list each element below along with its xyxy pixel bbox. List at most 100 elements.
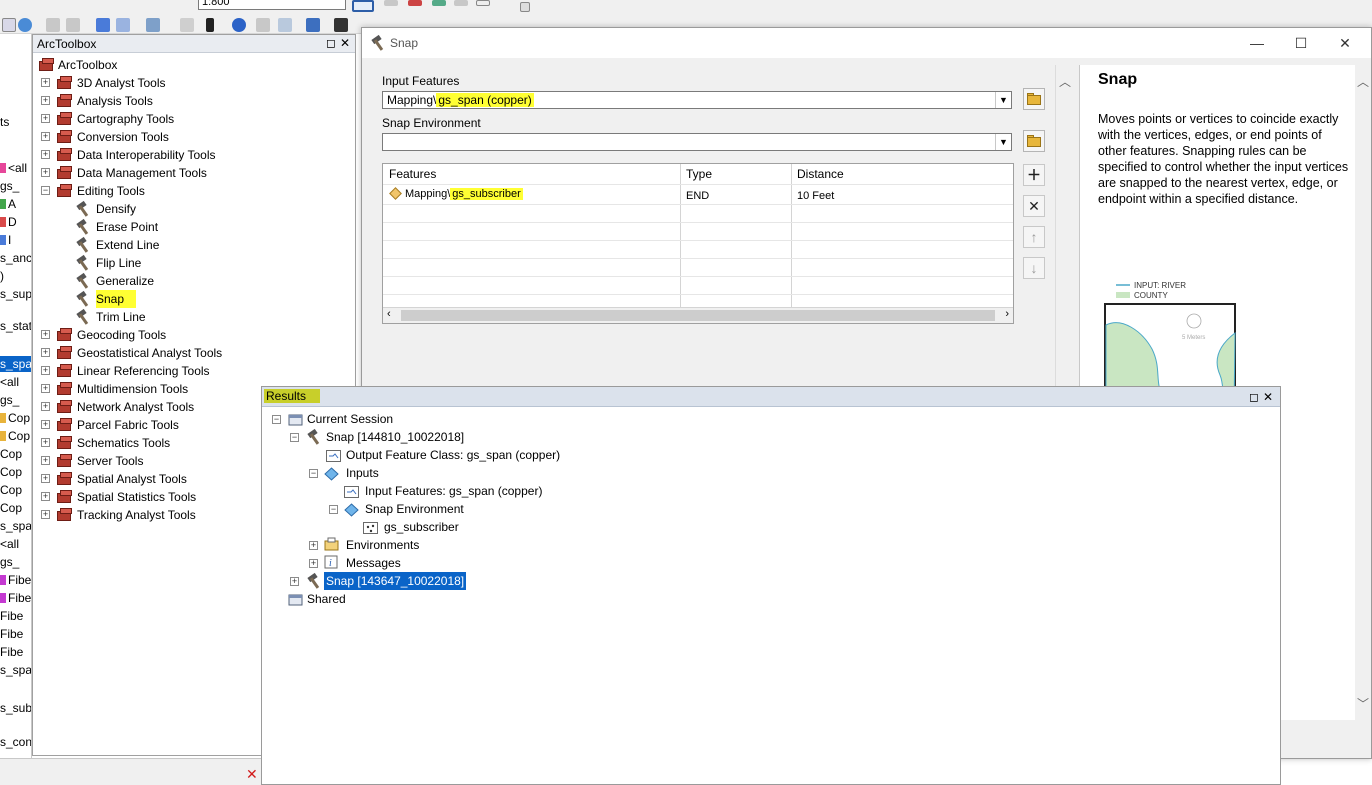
collapse-snap-environment[interactable]: − xyxy=(329,505,338,514)
expand-toolset[interactable]: + xyxy=(41,114,50,123)
editor-toolbar-icon[interactable] xyxy=(352,0,374,12)
expand-messages[interactable]: + xyxy=(309,559,318,568)
toolbox-root[interactable]: ArcToolbox xyxy=(33,56,355,74)
chevron-left-icon[interactable]: ‹ xyxy=(387,308,391,320)
overflow-chevron-icon[interactable] xyxy=(520,2,530,12)
output-feature-class-node[interactable]: Output Feature Class: gs_span (copper) xyxy=(346,446,560,464)
toc-layer-item[interactable]: <all xyxy=(0,536,31,552)
move-down-button[interactable]: ↓ xyxy=(1023,257,1045,279)
collapse-current-session[interactable]: − xyxy=(272,415,281,424)
toc-layer-item[interactable]: s_spa xyxy=(0,356,31,372)
maximize-icon[interactable]: ☐ xyxy=(1291,34,1311,52)
toc-layer-item[interactable]: Fibe xyxy=(0,572,31,588)
toolset-item[interactable]: + Conversion Tools xyxy=(33,128,355,146)
forward-arrow-icon[interactable] xyxy=(116,18,130,32)
python-icon[interactable] xyxy=(432,0,446,6)
globe-icon[interactable] xyxy=(18,18,32,32)
toolset-item[interactable]: + Geostatistical Analyst Tools xyxy=(33,344,355,362)
grid-cell-type[interactable]: END xyxy=(686,190,709,202)
collapse-toolset[interactable]: − xyxy=(41,186,50,195)
remove-row-button[interactable]: ✕ xyxy=(1023,195,1045,217)
catalog-icon[interactable] xyxy=(384,0,398,6)
grid-horizontal-scrollbar[interactable]: ‹ › xyxy=(383,307,1013,323)
toc-layer-item[interactable]: A xyxy=(0,196,31,212)
toc-layer-item[interactable]: Cop xyxy=(0,500,31,516)
expand-toolset[interactable]: + xyxy=(41,96,50,105)
snap-environment-combo[interactable]: ▼ xyxy=(382,133,1012,151)
expand-toolset[interactable]: + xyxy=(41,168,50,177)
tool-item[interactable]: Extend Line xyxy=(33,236,355,254)
expand-toolset[interactable]: + xyxy=(41,132,50,141)
toolset-item[interactable]: − Editing Tools xyxy=(33,182,355,200)
toc-layer-item[interactable]: s_sub xyxy=(0,700,31,716)
modelbuilder-icon[interactable] xyxy=(454,0,468,6)
tool-item[interactable]: Snap xyxy=(33,290,355,308)
chevron-up-icon[interactable]: ︿ xyxy=(1059,73,1071,90)
snap-result-2[interactable]: Snap [143647_10022018] xyxy=(324,572,467,590)
toc-layer-item[interactable]: <all xyxy=(0,160,31,176)
toc-layer-item[interactable]: D xyxy=(0,214,31,230)
expand-toolset[interactable]: + xyxy=(41,438,50,447)
expand-toolset[interactable]: + xyxy=(41,150,50,159)
toolset-item[interactable]: + Geocoding Tools xyxy=(33,326,355,344)
back-arrow-icon[interactable] xyxy=(96,18,110,32)
measure-icon[interactable] xyxy=(306,18,320,32)
toc-layer-item[interactable]: Fibe xyxy=(0,626,31,642)
toolset-item[interactable]: +3D Analyst Tools xyxy=(33,74,355,92)
gs-subscriber-node[interactable]: gs_subscriber xyxy=(384,518,459,536)
scrollbar-thumb[interactable] xyxy=(401,310,995,321)
toc-layer-item[interactable]: ) xyxy=(0,268,31,284)
expand-toolset[interactable]: + xyxy=(41,420,50,429)
grid-header-features[interactable]: Features xyxy=(389,167,436,181)
toc-layer-item[interactable]: Cop xyxy=(0,428,31,444)
chevron-right-icon[interactable]: › xyxy=(1005,308,1009,320)
toc-layer-item[interactable]: <all xyxy=(0,374,31,390)
minimize-icon[interactable]: — xyxy=(1247,34,1267,52)
toc-layer-item[interactable]: s_sup xyxy=(0,286,31,302)
toolset-item[interactable]: + Analysis Tools xyxy=(33,92,355,110)
grid-header-distance[interactable]: Distance xyxy=(797,167,844,181)
toc-layer-item[interactable]: Cop xyxy=(0,464,31,480)
expand-toolset[interactable]: + xyxy=(41,474,50,483)
toc-layer-item[interactable]: s_spa xyxy=(0,662,31,678)
inputs-node[interactable]: Inputs xyxy=(346,464,379,482)
tool-item[interactable]: Trim Line xyxy=(33,308,355,326)
tool-item[interactable]: Flip Line xyxy=(33,254,355,272)
toolset-item[interactable]: + Cartography Tools xyxy=(33,110,355,128)
browse-snap-environment-button[interactable] xyxy=(1023,130,1045,152)
toc-layer-item[interactable]: Cop xyxy=(0,410,31,426)
toc-layer-item[interactable]: gs_ xyxy=(0,392,31,408)
select-elements-icon[interactable] xyxy=(206,18,214,32)
toc-layer-item[interactable]: Cop xyxy=(0,482,31,498)
chevron-up-icon[interactable]: ︿ xyxy=(1357,73,1369,90)
find-icon[interactable] xyxy=(334,18,348,32)
zoom-extent-icon[interactable] xyxy=(46,18,60,32)
expand-toolset[interactable]: + xyxy=(41,510,50,519)
environments-node[interactable]: Environments xyxy=(346,536,419,554)
select-features-icon[interactable] xyxy=(146,18,160,32)
expand-environments[interactable]: + xyxy=(309,541,318,550)
toc-layer-item[interactable]: gs_ xyxy=(0,178,31,194)
toc-layer-item[interactable]: Cop xyxy=(0,446,31,462)
clear-selection-icon[interactable] xyxy=(180,18,194,32)
current-session-node[interactable]: Current Session xyxy=(307,410,393,428)
toc-layer-item[interactable]: s_stat xyxy=(0,318,31,334)
html-popup-icon[interactable] xyxy=(256,18,270,32)
collapse-inputs[interactable]: − xyxy=(309,469,318,478)
toc-layer-item[interactable]: gs_ xyxy=(0,554,31,570)
grid-cell-distance[interactable]: 10 Feet xyxy=(797,190,834,202)
close-icon[interactable]: ✕ xyxy=(1262,391,1274,403)
layout-icon[interactable] xyxy=(476,0,490,6)
identify-icon[interactable] xyxy=(232,18,246,32)
hand-tool-icon[interactable] xyxy=(2,18,16,32)
chevron-down-icon[interactable]: ▼ xyxy=(995,134,1011,150)
toc-layer-item[interactable]: Fibe xyxy=(0,590,31,606)
tool-item[interactable]: Erase Point xyxy=(33,218,355,236)
messages-node[interactable]: Messages xyxy=(346,554,401,572)
toolbox-icon[interactable] xyxy=(408,0,422,6)
tool-item[interactable]: Generalize xyxy=(33,272,355,290)
chevron-down-icon[interactable]: ﹀ xyxy=(1357,695,1369,712)
map-scale-input[interactable]: 1:800 xyxy=(198,0,346,10)
collapse-snap-1[interactable]: − xyxy=(290,433,299,442)
expand-toolset[interactable]: + xyxy=(41,78,50,87)
